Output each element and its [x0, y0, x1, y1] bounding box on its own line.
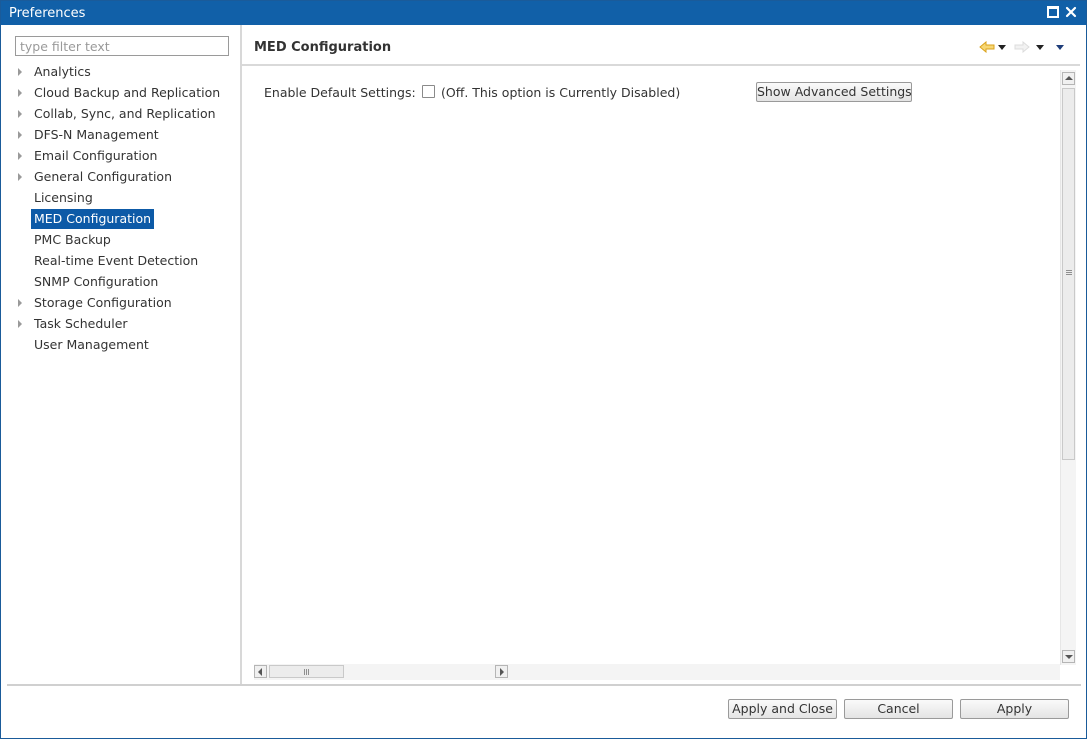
apply-and-close-button[interactable]: Apply and Close — [728, 699, 837, 719]
enable-default-status: (Off. This option is Currently Disabled) — [441, 85, 681, 100]
tree-item[interactable]: Storage Configuration — [2, 293, 240, 314]
tree-item[interactable]: User Management — [2, 335, 240, 356]
tree-item-label: Email Configuration — [34, 148, 158, 163]
page-title: MED Configuration — [254, 40, 392, 55]
tree-item-label: Collab, Sync, and Replication — [34, 106, 216, 121]
tree-item-label: Real-time Event Detection — [34, 253, 199, 268]
tree-item-label: General Configuration — [34, 169, 173, 184]
show-advanced-settings-button[interactable]: Show Advanced Settings — [756, 82, 912, 102]
view-menu-icon[interactable] — [1054, 37, 1066, 57]
tree-item[interactable]: SNMP Configuration — [2, 272, 240, 293]
expand-arrow-icon[interactable] — [18, 89, 22, 97]
tree-item[interactable]: Analytics — [2, 62, 240, 83]
tree-item[interactable]: MED Configuration — [2, 209, 240, 230]
expand-arrow-icon[interactable] — [18, 131, 22, 139]
tree-item-label: Licensing — [34, 190, 93, 205]
scroll-left-icon[interactable] — [254, 665, 267, 678]
page-navigation — [978, 37, 1078, 57]
horizontal-scroll-thumb[interactable] — [269, 665, 344, 678]
expand-arrow-icon[interactable] — [18, 299, 22, 307]
apply-button[interactable]: Apply — [960, 699, 1069, 719]
tree-item[interactable]: Real-time Event Detection — [2, 251, 240, 272]
tree-item[interactable]: Licensing — [2, 188, 240, 209]
preferences-sidebar: Analytics Cloud Backup and Replication Col… — [2, 25, 240, 684]
close-icon[interactable] — [1063, 4, 1079, 20]
maximize-icon[interactable] — [1045, 4, 1061, 20]
tree-item-label: Storage Configuration — [34, 295, 172, 310]
page-content: Enable Default Settings: (Off. This opti… — [242, 69, 1060, 664]
footer-separator — [7, 684, 1081, 686]
title-bar: Preferences — [1, 1, 1086, 25]
forward-dropdown-icon[interactable] — [1035, 37, 1045, 57]
vertical-scrollbar[interactable] — [1060, 70, 1076, 665]
tree-item-label: DFS-N Management — [34, 127, 159, 142]
tree-item[interactable]: Email Configuration — [2, 146, 240, 167]
back-arrow-icon[interactable] — [978, 37, 996, 57]
cancel-button[interactable]: Cancel — [844, 699, 953, 719]
horizontal-scrollbar[interactable] — [254, 664, 1060, 680]
tree-item[interactable]: DFS-N Management — [2, 125, 240, 146]
expand-arrow-icon[interactable] — [18, 110, 22, 118]
tree-item[interactable]: Collab, Sync, and Replication — [2, 104, 240, 125]
tree-item-label: Analytics — [34, 64, 91, 79]
expand-arrow-icon[interactable] — [18, 173, 22, 181]
vertical-scroll-thumb[interactable] — [1062, 88, 1075, 460]
tree-item-label: PMC Backup — [34, 232, 111, 247]
forward-arrow-icon[interactable] — [1013, 37, 1031, 57]
scroll-down-icon[interactable] — [1062, 650, 1075, 663]
tree-item[interactable]: PMC Backup — [2, 230, 240, 251]
scroll-up-icon[interactable] — [1062, 72, 1075, 85]
filter-input[interactable] — [15, 36, 229, 56]
tree-item-label: Task Scheduler — [34, 316, 128, 331]
expand-arrow-icon[interactable] — [18, 320, 22, 328]
tree-item[interactable]: Task Scheduler — [2, 314, 240, 335]
tree-item-label: SNMP Configuration — [34, 274, 159, 289]
expand-arrow-icon[interactable] — [18, 152, 22, 160]
tree-item-label: User Management — [34, 337, 149, 352]
tree-item-label: Cloud Backup and Replication — [34, 85, 221, 100]
back-dropdown-icon[interactable] — [997, 37, 1007, 57]
tree-item[interactable]: General Configuration — [2, 167, 240, 188]
window-title: Preferences — [9, 6, 86, 21]
enable-default-label: Enable Default Settings: — [264, 85, 416, 100]
preferences-window: Preferences Analytics Cloud Backup and Re… — [0, 0, 1087, 739]
tree-item[interactable]: Cloud Backup and Replication — [2, 83, 240, 104]
preference-page: MED Configuration Enable Default Setting… — [242, 25, 1086, 684]
title-separator — [242, 64, 1080, 66]
expand-arrow-icon[interactable] — [18, 68, 22, 76]
scroll-right-icon[interactable] — [495, 665, 508, 678]
tree-item-label: MED Configuration — [31, 209, 155, 229]
enable-default-checkbox[interactable] — [422, 85, 435, 98]
